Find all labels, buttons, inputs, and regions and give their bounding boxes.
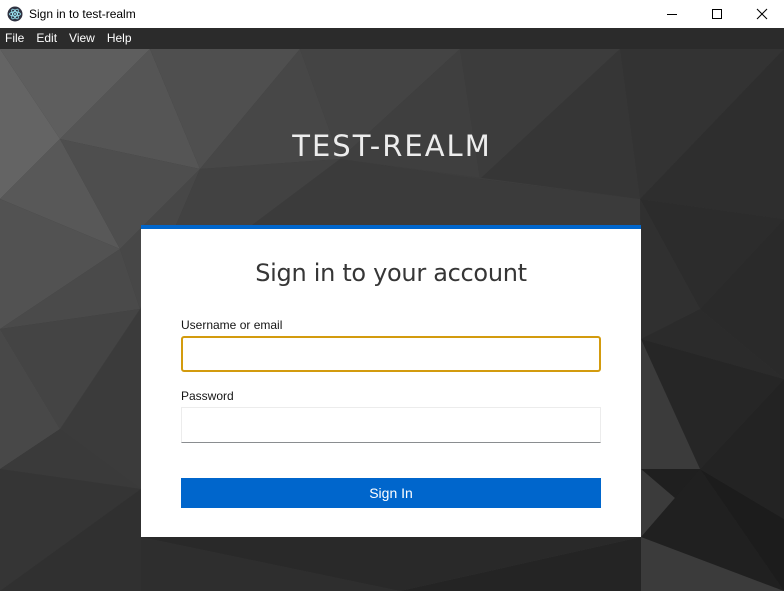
menu-view[interactable]: View bbox=[63, 28, 101, 49]
app-logo-icon bbox=[7, 6, 23, 22]
close-button[interactable] bbox=[739, 0, 784, 28]
password-input[interactable] bbox=[181, 407, 601, 443]
minimize-icon bbox=[666, 14, 677, 15]
title-bar[interactable]: Sign in to test-realm bbox=[0, 0, 784, 28]
password-label: Password bbox=[181, 389, 234, 403]
window-controls bbox=[649, 0, 784, 28]
login-card: Sign in to your account Username or emai… bbox=[141, 225, 641, 537]
login-page: TEST-REALM Sign in to your account Usern… bbox=[0, 49, 784, 591]
username-input[interactable] bbox=[181, 336, 601, 372]
menu-file[interactable]: File bbox=[0, 28, 30, 49]
app-window: Sign in to test-realm File Edit View Hel… bbox=[0, 0, 784, 591]
menu-help[interactable]: Help bbox=[101, 28, 138, 49]
login-heading: Sign in to your account bbox=[255, 259, 527, 287]
maximize-button[interactable] bbox=[694, 0, 739, 28]
menu-bar: File Edit View Help bbox=[0, 28, 784, 49]
minimize-button[interactable] bbox=[649, 0, 694, 28]
realm-title: TEST-REALM bbox=[292, 129, 492, 163]
close-icon bbox=[756, 8, 767, 20]
window-title: Sign in to test-realm bbox=[29, 7, 136, 21]
sign-in-button[interactable]: Sign In bbox=[181, 478, 601, 508]
username-label: Username or email bbox=[181, 318, 283, 332]
menu-edit[interactable]: Edit bbox=[30, 28, 63, 49]
maximize-icon bbox=[711, 9, 722, 19]
